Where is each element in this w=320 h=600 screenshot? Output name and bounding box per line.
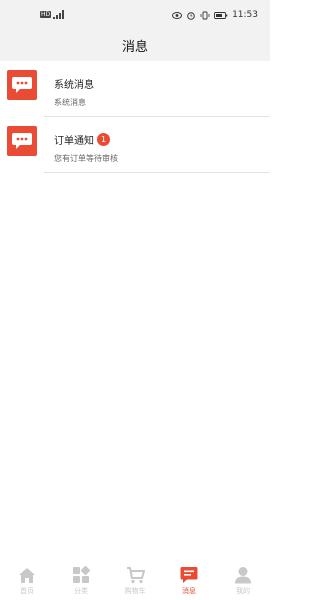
tab-cart[interactable]: 购物车: [108, 560, 162, 600]
tab-message[interactable]: 消息: [162, 560, 216, 600]
divider: [44, 172, 270, 173]
tab-category[interactable]: 分类: [54, 560, 108, 600]
profile-icon: [233, 565, 253, 585]
cart-icon: [125, 565, 145, 585]
message-item-order[interactable]: 订单通知 1 您有订单等待审核: [0, 117, 270, 173]
vibrate-icon: [200, 11, 210, 19]
message-title: 订单通知 1: [54, 132, 118, 147]
tab-bar: 首页 分类 购物车 消息 我的: [0, 560, 270, 600]
eye-icon: [172, 11, 183, 19]
tab-label: 购物车: [124, 587, 146, 595]
message-title-text: 系统消息: [54, 80, 94, 91]
chat-bubble-icon: [7, 126, 37, 156]
tab-profile[interactable]: 我的: [216, 560, 270, 600]
message-list: 系统消息 系统消息 订单通知 1 您有订单等待审核: [0, 61, 270, 173]
page-title: 消息: [121, 40, 148, 55]
status-right: 11:53: [172, 10, 258, 20]
status-left: HD: [40, 10, 65, 19]
message-item-system[interactable]: 系统消息 系统消息: [0, 61, 270, 117]
tab-label: 分类: [74, 587, 88, 595]
message-icon: [179, 565, 199, 585]
unread-badge: 1: [97, 133, 110, 146]
tab-label: 我的: [236, 587, 250, 595]
message-subtitle: 系统消息: [54, 98, 86, 107]
header: 消息: [0, 30, 270, 61]
home-icon: [17, 565, 37, 585]
message-title: 系统消息: [54, 76, 94, 91]
message-title-text: 订单通知: [54, 136, 94, 147]
tab-home[interactable]: 首页: [0, 560, 54, 600]
tab-label: 首页: [20, 587, 34, 595]
tab-label: 消息: [182, 587, 196, 595]
battery-icon: [214, 11, 228, 19]
chat-bubble-icon: [7, 70, 37, 100]
alarm-icon: [187, 11, 195, 20]
signal-icon: [53, 10, 65, 19]
status-time: 11:53: [232, 10, 258, 20]
status-bar: HD 11:53: [0, 0, 270, 30]
category-icon: [71, 565, 91, 585]
hd-badge: HD: [40, 11, 52, 18]
message-subtitle: 您有订单等待审核: [54, 154, 118, 163]
